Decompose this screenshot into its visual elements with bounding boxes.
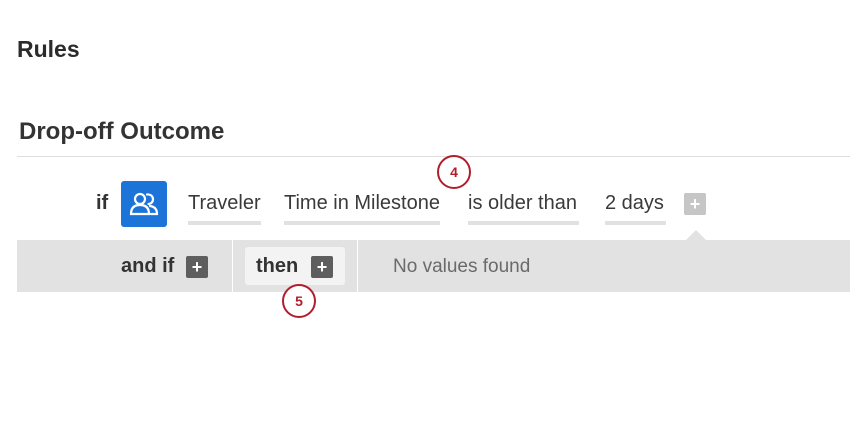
condition-subject-dropdown[interactable]: Traveler [188,192,261,225]
action-bar-pointer [686,230,706,240]
add-condition-button[interactable]: + [684,193,706,215]
if-label: if [96,192,109,214]
page-title: Rules [17,36,80,62]
action-bar-divider [232,240,233,292]
section-divider [17,156,850,157]
plus-icon: + [191,257,203,277]
condition-field-dropdown[interactable]: Time in Milestone [284,192,440,225]
condition-value-dropdown[interactable]: 2 days [605,192,666,225]
plus-icon: + [689,194,701,214]
then-label: then [256,255,299,277]
action-bar-divider [357,240,358,292]
users-icon[interactable] [121,181,167,227]
and-if-label: and if [121,255,175,277]
add-and-if-button[interactable]: + [186,256,208,278]
condition-operator-dropdown[interactable]: is older than [468,192,579,225]
step-callout-5: 5 [282,284,316,318]
plus-icon: + [316,257,328,277]
empty-state-text: No values found [393,256,531,277]
step-callout-4: 4 [437,155,471,189]
add-then-button[interactable]: + [311,256,333,278]
rule-name: Drop-off Outcome [19,118,225,145]
